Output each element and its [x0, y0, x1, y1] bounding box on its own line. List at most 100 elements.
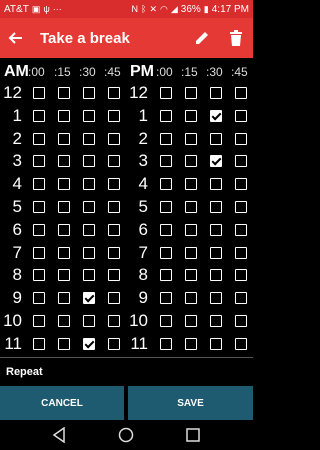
pm-slot-checkbox[interactable] — [160, 269, 172, 282]
pm-slot-checkbox[interactable] — [160, 337, 172, 350]
pm-slot-checkbox[interactable] — [160, 132, 172, 145]
pm-slot-checkbox[interactable] — [160, 109, 172, 122]
back-nav-icon[interactable] — [52, 427, 66, 443]
am-slot-checkbox[interactable] — [58, 87, 70, 99]
pm-slot-checkbox[interactable] — [185, 132, 197, 145]
am-slot-checkbox[interactable] — [108, 201, 120, 213]
pm-slot-checkbox[interactable] — [235, 315, 247, 327]
pm-slot-checkbox[interactable] — [235, 269, 247, 282]
pm-slot-checkbox[interactable] — [185, 223, 197, 236]
pm-slot-checkbox[interactable] — [235, 155, 247, 168]
pm-slot-checkbox[interactable] — [160, 246, 172, 259]
pm-slot-checkbox[interactable] — [210, 201, 222, 213]
am-slot-checkbox[interactable] — [83, 269, 95, 282]
am-slot-checkbox[interactable] — [108, 337, 120, 350]
pm-slot-checkbox[interactable] — [210, 269, 222, 282]
recents-nav-icon[interactable] — [185, 427, 201, 443]
pm-slot-checkbox[interactable] — [235, 246, 247, 259]
pm-slot-checkbox[interactable] — [185, 201, 197, 213]
pm-slot-checkbox[interactable] — [235, 292, 247, 305]
am-slot-checkbox[interactable] — [58, 201, 70, 213]
am-slot-checkbox[interactable] — [58, 132, 70, 145]
back-button[interactable] — [0, 18, 30, 58]
am-slot-checkbox[interactable] — [33, 109, 45, 122]
am-slot-checkbox[interactable] — [33, 269, 45, 282]
am-slot-checkbox[interactable] — [108, 109, 120, 122]
pm-slot-checkbox[interactable] — [235, 223, 247, 236]
pm-slot-checkbox[interactable] — [160, 201, 172, 213]
am-slot-checkbox[interactable] — [108, 269, 120, 282]
am-slot-checkbox[interactable] — [108, 315, 120, 327]
am-slot-checkbox[interactable] — [33, 178, 45, 191]
am-slot-checkbox[interactable] — [58, 337, 70, 350]
pm-slot-checkbox[interactable] — [185, 155, 197, 168]
am-slot-checkbox[interactable] — [33, 292, 45, 305]
am-slot-checkbox[interactable] — [58, 223, 70, 236]
pm-slot-checkbox[interactable] — [160, 155, 172, 168]
pm-slot-checkbox[interactable] — [210, 223, 222, 236]
save-button[interactable]: SAVE — [128, 386, 253, 420]
am-slot-checkbox[interactable] — [83, 223, 95, 236]
am-slot-checkbox[interactable] — [108, 155, 120, 168]
pm-slot-checkbox[interactable] — [185, 87, 197, 99]
pm-slot-checkbox[interactable] — [235, 132, 247, 145]
am-slot-checkbox[interactable] — [83, 109, 95, 122]
am-slot-checkbox[interactable] — [83, 178, 95, 191]
home-nav-icon[interactable] — [118, 427, 134, 443]
am-slot-checkbox[interactable] — [83, 201, 95, 213]
pm-slot-checkbox[interactable] — [160, 87, 172, 99]
pm-slot-checkbox[interactable] — [210, 109, 222, 122]
am-slot-checkbox[interactable] — [33, 315, 45, 327]
pm-slot-checkbox[interactable] — [210, 178, 222, 191]
am-slot-checkbox[interactable] — [33, 223, 45, 236]
am-slot-checkbox[interactable] — [33, 132, 45, 145]
am-slot-checkbox[interactable] — [58, 109, 70, 122]
pm-slot-checkbox[interactable] — [185, 109, 197, 122]
pm-slot-checkbox[interactable] — [210, 155, 222, 168]
am-slot-checkbox[interactable] — [33, 87, 45, 99]
am-slot-checkbox[interactable] — [83, 87, 95, 99]
am-slot-checkbox[interactable] — [33, 155, 45, 168]
pm-slot-checkbox[interactable] — [185, 269, 197, 282]
am-slot-checkbox[interactable] — [33, 201, 45, 213]
am-slot-checkbox[interactable] — [58, 246, 70, 259]
am-slot-checkbox[interactable] — [58, 178, 70, 191]
pm-slot-checkbox[interactable] — [210, 337, 222, 350]
am-slot-checkbox[interactable] — [58, 292, 70, 305]
am-slot-checkbox[interactable] — [83, 315, 95, 327]
pm-slot-checkbox[interactable] — [160, 292, 172, 305]
am-slot-checkbox[interactable] — [83, 132, 95, 145]
am-slot-checkbox[interactable] — [58, 155, 70, 168]
am-slot-checkbox[interactable] — [83, 337, 95, 350]
pm-slot-checkbox[interactable] — [235, 201, 247, 213]
am-slot-checkbox[interactable] — [83, 246, 95, 259]
am-slot-checkbox[interactable] — [108, 178, 120, 191]
am-slot-checkbox[interactable] — [33, 337, 45, 350]
am-slot-checkbox[interactable] — [108, 132, 120, 145]
am-slot-checkbox[interactable] — [108, 223, 120, 236]
pm-slot-checkbox[interactable] — [210, 132, 222, 145]
am-slot-checkbox[interactable] — [33, 246, 45, 259]
am-slot-checkbox[interactable] — [108, 246, 120, 259]
pm-slot-checkbox[interactable] — [160, 223, 172, 236]
pm-slot-checkbox[interactable] — [185, 315, 197, 327]
am-slot-checkbox[interactable] — [58, 315, 70, 327]
pm-slot-checkbox[interactable] — [210, 87, 222, 99]
am-slot-checkbox[interactable] — [58, 269, 70, 282]
am-slot-checkbox[interactable] — [108, 87, 120, 99]
pm-slot-checkbox[interactable] — [185, 178, 197, 191]
pm-slot-checkbox[interactable] — [210, 292, 222, 305]
pm-slot-checkbox[interactable] — [160, 315, 172, 327]
pm-slot-checkbox[interactable] — [210, 246, 222, 259]
pm-slot-checkbox[interactable] — [235, 178, 247, 191]
pm-slot-checkbox[interactable] — [235, 87, 247, 99]
delete-button[interactable] — [219, 18, 253, 58]
pm-slot-checkbox[interactable] — [185, 337, 197, 350]
pm-slot-checkbox[interactable] — [210, 315, 222, 327]
pm-slot-checkbox[interactable] — [235, 109, 247, 122]
pm-slot-checkbox[interactable] — [185, 292, 197, 305]
pm-slot-checkbox[interactable] — [160, 178, 172, 191]
am-slot-checkbox[interactable] — [83, 155, 95, 168]
cancel-button[interactable]: CANCEL — [0, 386, 124, 420]
pm-slot-checkbox[interactable] — [185, 246, 197, 259]
